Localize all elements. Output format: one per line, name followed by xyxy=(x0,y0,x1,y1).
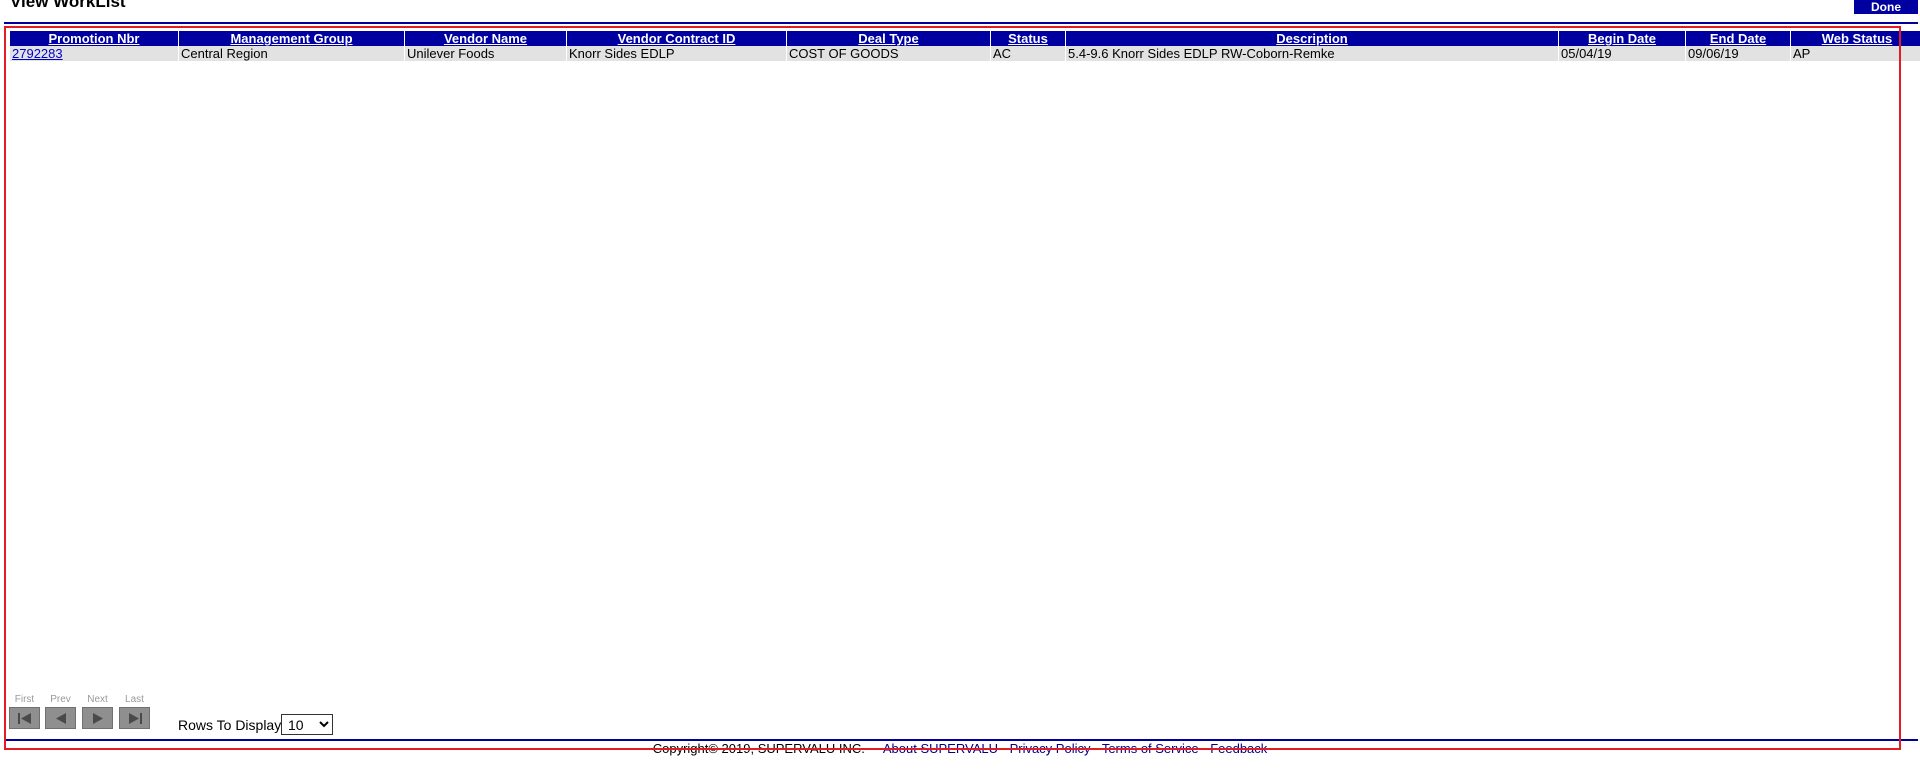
rows-to-display-select[interactable]: 10 xyxy=(281,714,333,735)
selection-frame xyxy=(4,26,1901,750)
pager-last-label: Last xyxy=(125,694,144,705)
begin-date-cell: 05/04/19 xyxy=(1559,46,1685,61)
pager-next-label: Next xyxy=(87,694,108,705)
page-title: View WorkList xyxy=(10,0,126,11)
description-cell: 5.4-9.6 Knorr Sides EDLP RW-Coborn-Remke xyxy=(1066,46,1558,61)
web-status-cell: AP xyxy=(1791,46,1920,61)
rows-to-display-label: Rows To Display xyxy=(178,717,282,733)
worklist-table: Promotion Nbr Management Group Vendor Na… xyxy=(9,31,1920,61)
status-cell: AC xyxy=(991,46,1065,61)
terms-of-service-link[interactable]: Terms of Service xyxy=(1102,741,1199,756)
vendor-name-cell: Unilever Foods xyxy=(405,46,566,61)
footer: Copyright© 2019, SUPERVALU INC. About SUP… xyxy=(0,741,1920,757)
pager-prev-label: Prev xyxy=(50,694,71,705)
column-header-management-group[interactable]: Management Group xyxy=(179,31,404,46)
end-date-cell: 09/06/19 xyxy=(1686,46,1790,61)
done-button[interactable]: Done xyxy=(1854,0,1918,14)
footer-separator: - xyxy=(1090,741,1102,756)
pager-next: Next xyxy=(82,694,113,729)
feedback-link[interactable]: Feedback xyxy=(1210,741,1267,756)
prev-page-icon xyxy=(56,713,66,724)
first-page-button[interactable] xyxy=(9,707,40,729)
column-header-begin-date[interactable]: Begin Date xyxy=(1559,31,1685,46)
deal-type-cell: COST OF GOODS xyxy=(787,46,990,61)
footer-separator: - xyxy=(1198,741,1211,756)
last-page-icon xyxy=(129,713,142,724)
title-divider xyxy=(4,22,1918,24)
pager-prev: Prev xyxy=(45,694,76,729)
privacy-policy-link[interactable]: Privacy Policy xyxy=(1010,741,1091,756)
last-page-button[interactable] xyxy=(119,707,150,729)
prev-page-button[interactable] xyxy=(45,707,76,729)
next-page-button[interactable] xyxy=(82,707,113,729)
column-header-promotion-nbr[interactable]: Promotion Nbr xyxy=(10,31,178,46)
promotion-nbr-link[interactable]: 2792283 xyxy=(12,46,63,61)
pager-first-label: First xyxy=(14,694,35,705)
management-group-cell: Central Region xyxy=(179,46,404,61)
column-header-vendor-contract-id[interactable]: Vendor Contract ID xyxy=(567,31,786,46)
column-header-end-date[interactable]: End Date xyxy=(1686,31,1790,46)
column-header-vendor-name[interactable]: Vendor Name xyxy=(405,31,566,46)
copyright-text: Copyright© 2019, SUPERVALU INC. xyxy=(652,741,865,756)
about-link[interactable]: About SUPERVALU xyxy=(883,741,998,756)
promotion-nbr-cell: 2792283 xyxy=(10,46,178,61)
first-page-icon xyxy=(18,713,31,724)
column-header-deal-type[interactable]: Deal Type xyxy=(787,31,990,46)
table-row: 2792283 Central Region Unilever Foods Kn… xyxy=(10,46,1920,61)
footer-separator: - xyxy=(998,741,1010,756)
pager-last: Last xyxy=(119,694,150,729)
vendor-contract-id-cell: Knorr Sides EDLP xyxy=(567,46,786,61)
table-header-row: Promotion Nbr Management Group Vendor Na… xyxy=(10,31,1920,46)
column-header-web-status[interactable]: Web Status xyxy=(1791,31,1920,46)
next-page-icon xyxy=(93,713,103,724)
pager-first: First xyxy=(9,694,40,729)
column-header-description[interactable]: Description xyxy=(1066,31,1558,46)
column-header-status[interactable]: Status xyxy=(991,31,1065,46)
